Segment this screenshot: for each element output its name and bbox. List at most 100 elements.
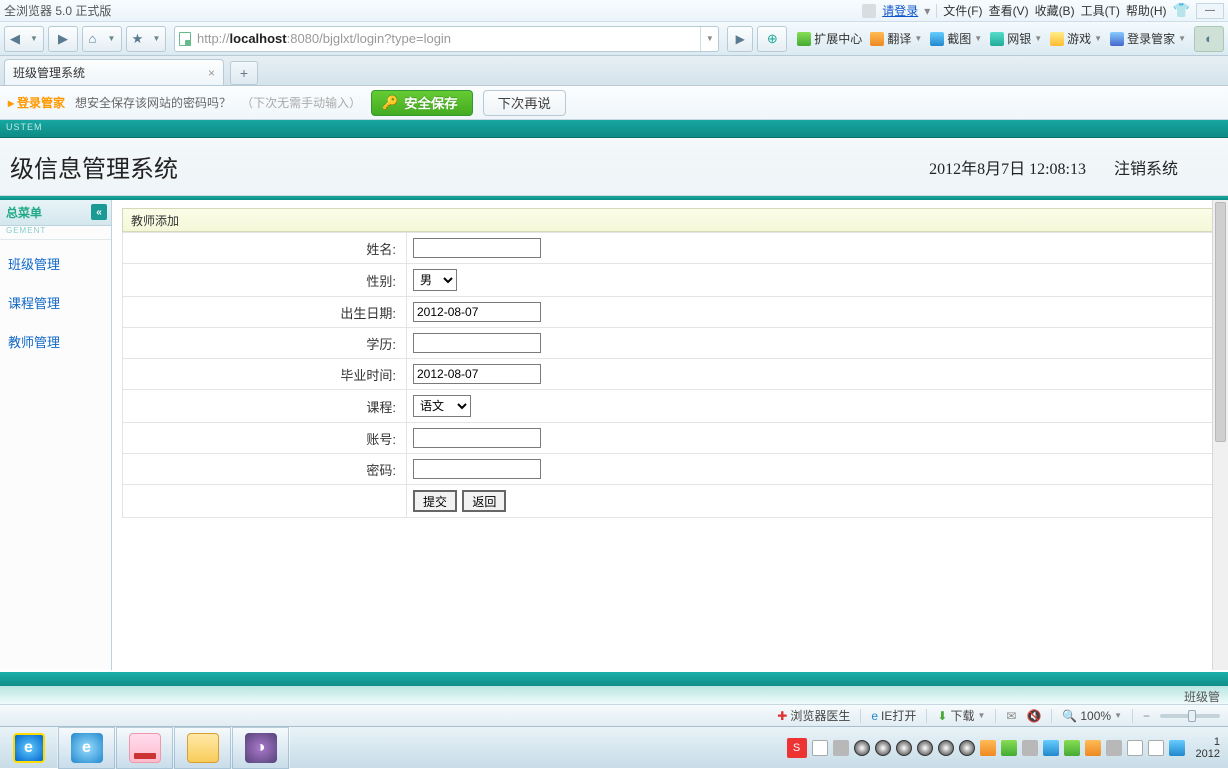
mute-icon[interactable]: 🔇 [1026, 709, 1041, 723]
sidebar-toggle-icon[interactable]: « [91, 204, 107, 220]
account-input[interactable] [413, 428, 541, 448]
zoom-label[interactable]: 🔍100%▼ [1062, 709, 1122, 723]
pwbar-hint: （下次无需手动输入） [241, 94, 361, 111]
zoom-out[interactable]: − [1143, 709, 1150, 723]
pwbar-lead: ▸登录管家 [8, 94, 65, 111]
content-scrollbar[interactable] [1212, 200, 1228, 670]
page-header: 级信息管理系统 2012年8月7日 12:08:13 注销系统 [0, 138, 1228, 196]
tray-icon[interactable] [812, 740, 828, 756]
system-tray: S 1 2012 [787, 736, 1228, 760]
taskbar-app-folder2[interactable] [174, 727, 232, 769]
teacher-form: 姓名: 性别: 男 出生日期: 学历: 毕业时间: 课程: 语文 [122, 232, 1218, 518]
sidebar-header: 总菜单 « [0, 200, 111, 226]
extend-center[interactable]: 扩展中心 [797, 30, 862, 47]
tab-label: 班级管理系统 [13, 64, 85, 81]
tray-icon[interactable] [1085, 740, 1101, 756]
tray-qq-icon[interactable] [875, 740, 891, 756]
tray-qq-icon[interactable] [896, 740, 912, 756]
system-band: USTEM [0, 120, 1228, 138]
tray-qq-icon[interactable] [917, 740, 933, 756]
gender-select[interactable]: 男 [413, 269, 457, 291]
taskbar-app-ie[interactable]: e [0, 727, 58, 769]
loginmgr-button[interactable]: 登录管家▼ [1110, 30, 1186, 47]
logout-link[interactable]: 注销系统 [1114, 155, 1178, 179]
compat-button[interactable]: ⊕ [757, 26, 787, 52]
browser-doctor[interactable]: ✚浏览器医生 [777, 707, 850, 724]
zoom-slider[interactable] [1160, 714, 1220, 718]
save-password-button[interactable]: 🔑安全保存 [371, 90, 473, 116]
name-label: 姓名: [123, 233, 407, 264]
screenshot-button[interactable]: 截图▼ [930, 30, 982, 47]
edu-input[interactable] [413, 333, 541, 353]
netbank-button[interactable]: 网银▼ [990, 30, 1042, 47]
datetime-stamp: 2012年8月7日 12:08:13 [929, 155, 1086, 179]
sidebar-item-teacher[interactable]: 教师管理 [8, 332, 103, 351]
taskbar-app-browser[interactable]: e [58, 727, 116, 769]
games-button[interactable]: 游戏▼ [1050, 30, 1102, 47]
tray-icon[interactable] [1022, 740, 1038, 756]
tray-qq-icon[interactable] [854, 740, 870, 756]
pwbar-question: 想安全保存该网站的密码吗？ [75, 94, 231, 111]
minimize-button[interactable]: — [1196, 3, 1224, 19]
page-title: 级信息管理系统 [10, 149, 178, 184]
birth-input[interactable] [413, 302, 541, 322]
extra-button[interactable]: ◐ [1194, 26, 1224, 52]
tray-icon[interactable] [980, 740, 996, 756]
name-input[interactable] [413, 238, 541, 258]
account-label: 账号: [123, 423, 407, 454]
page-footer: 班级管 [0, 672, 1228, 704]
ie-open[interactable]: eIE打开 [871, 707, 916, 724]
tray-icon[interactable] [1064, 740, 1080, 756]
menu-view[interactable]: 查看(V) [989, 2, 1029, 19]
sidebar-item-class[interactable]: 班级管理 [8, 254, 103, 273]
content-panel: 教师添加 姓名: 性别: 男 出生日期: 学历: 毕业时间: [112, 200, 1228, 670]
tab-0[interactable]: 班级管理系统 × [4, 59, 224, 85]
taskbar-app-folder1[interactable] [116, 727, 174, 769]
home-button[interactable]: ⌂▼ [82, 26, 122, 52]
tray-icon[interactable] [833, 740, 849, 756]
key-icon: 🔑 [382, 95, 398, 111]
tray-qq-icon[interactable] [959, 740, 975, 756]
go-button[interactable]: ▶ [727, 26, 753, 52]
tray-shield-icon[interactable] [1043, 740, 1059, 756]
skin-icon[interactable]: 👕 [1173, 2, 1190, 19]
tray-volume-icon[interactable] [1127, 740, 1143, 756]
tray-network-icon[interactable] [1148, 740, 1164, 756]
gradtime-input[interactable] [413, 364, 541, 384]
menu-file[interactable]: 文件(F) [943, 2, 982, 19]
tray-icon[interactable] [1169, 740, 1185, 756]
tab-strip: 班级管理系统 × + [0, 56, 1228, 86]
taskbar-app-eclipse[interactable]: ◑ [232, 727, 290, 769]
menu-help[interactable]: 帮助(H) [1126, 2, 1167, 19]
sidebar: 总菜单 « GEMENT 班级管理 课程管理 教师管理 [0, 200, 112, 670]
submit-button[interactable]: 提交 [413, 490, 457, 512]
login-link[interactable]: 请登录 [882, 2, 918, 19]
tab-close-icon[interactable]: × [208, 66, 215, 80]
url-dropdown[interactable]: ▼ [700, 27, 718, 51]
menu-fav[interactable]: 收藏(B) [1035, 2, 1075, 19]
back-button[interactable]: 返回 [462, 490, 506, 512]
sidebar-item-course[interactable]: 课程管理 [8, 293, 103, 312]
site-icon [175, 32, 195, 46]
course-select[interactable]: 语文 [413, 395, 471, 417]
tray-icon[interactable] [1106, 740, 1122, 756]
tray-qq-icon[interactable] [938, 740, 954, 756]
app-name: 全浏览器 5.0 正式版 [4, 2, 862, 19]
password-input[interactable] [413, 459, 541, 479]
back-button[interactable]: ◀▼ [4, 26, 44, 52]
footer-text: 班级管 [1184, 690, 1220, 704]
forward-button[interactable]: ▶ [48, 26, 78, 52]
tray-icon[interactable] [1001, 740, 1017, 756]
status-icon-1[interactable]: ✉ [1006, 709, 1016, 723]
taskbar-clock[interactable]: 1 2012 [1190, 736, 1220, 760]
new-tab-button[interactable]: + [230, 61, 258, 85]
later-button[interactable]: 下次再说 [483, 90, 566, 116]
menu-tools[interactable]: 工具(T) [1081, 2, 1120, 19]
translate-button[interactable]: 翻译▼ [870, 30, 922, 47]
lang-indicator[interactable]: S [787, 738, 807, 758]
favorites-button[interactable]: ★▼ [126, 26, 166, 52]
address-bar[interactable]: http://localhost:8080/bjglxt/login?type=… [174, 26, 719, 52]
download-button[interactable]: ⬇下载▼ [937, 707, 985, 724]
url-text: http://localhost:8080/bjglxt/login?type=… [195, 31, 700, 46]
gender-label: 性别: [123, 264, 407, 297]
